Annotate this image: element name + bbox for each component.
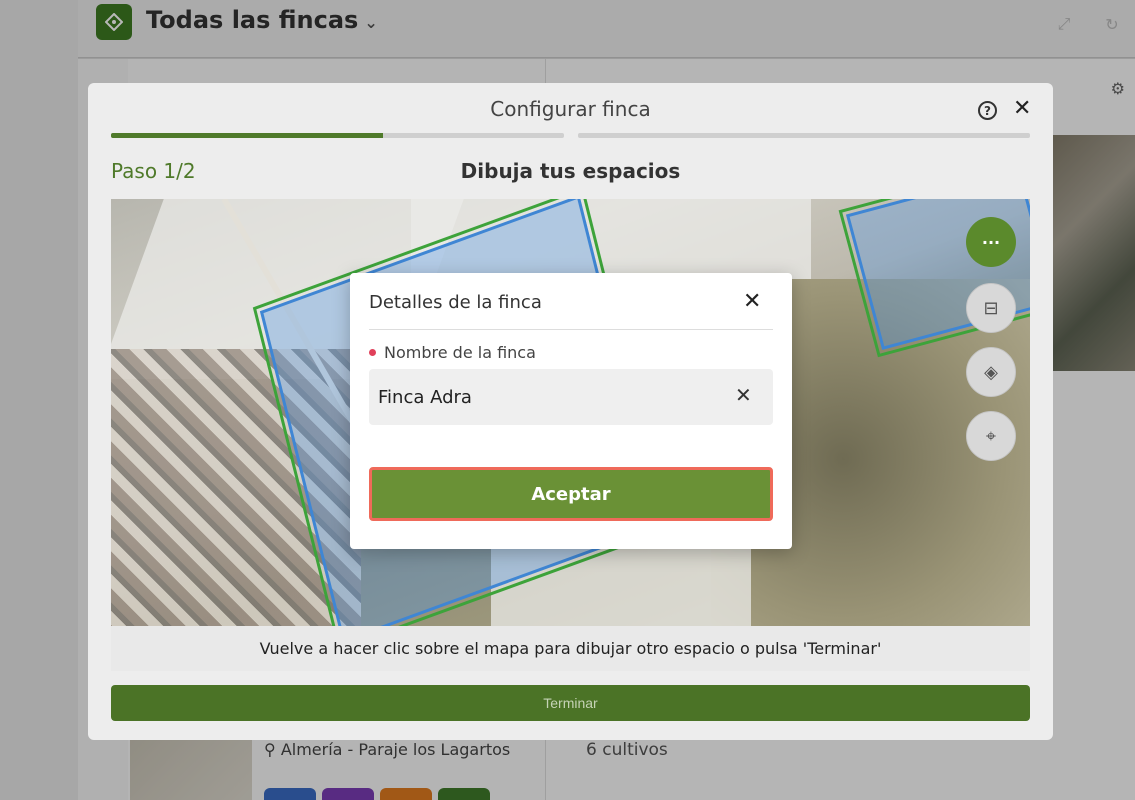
edit-shapes-button[interactable]: ⊟ (966, 283, 1016, 333)
farm-name-field: ✕ (369, 369, 773, 425)
finish-button[interactable]: Terminar (111, 685, 1030, 721)
required-dot-icon (369, 349, 376, 356)
farm-name-input[interactable] (378, 369, 708, 425)
progress-step-1 (111, 133, 564, 138)
more-options-button[interactable]: ··· (966, 217, 1016, 267)
dialog-divider (369, 329, 773, 330)
step-progress (111, 133, 1030, 138)
close-icon[interactable]: ✕ (1013, 96, 1031, 121)
step-title: Dibuja tus espacios (460, 159, 681, 183)
progress-fill (111, 133, 383, 138)
progress-step-2 (577, 133, 1030, 138)
clear-input-icon[interactable]: ✕ (735, 383, 752, 407)
accept-button[interactable]: Aceptar (369, 467, 773, 521)
app-root: Todas las fincas ⌄ ⤢ ↻ ⚙ ⚲ Almería - Para… (0, 0, 1135, 800)
farm-name-label: Nombre de la finca (369, 343, 536, 362)
help-icon[interactable]: ? (978, 101, 997, 120)
layers-button[interactable]: ◈ (966, 347, 1016, 397)
farm-name-label-text: Nombre de la finca (384, 343, 536, 362)
map-hint: Vuelve a hacer clic sobre el mapa para d… (111, 626, 1030, 671)
close-icon[interactable]: ✕ (743, 289, 761, 314)
dialog-title: Detalles de la finca (369, 292, 542, 313)
modal-title: Configurar finca (490, 97, 651, 121)
locate-button[interactable]: ⌖ (966, 411, 1016, 461)
farm-details-dialog: Detalles de la finca ✕ Nombre de la finc… (350, 273, 792, 549)
